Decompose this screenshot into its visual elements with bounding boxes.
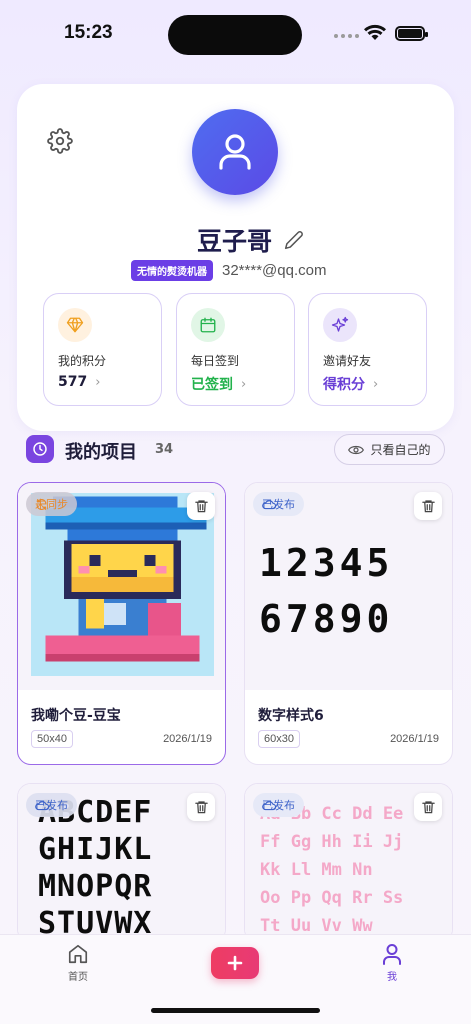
signal-icon (334, 34, 359, 38)
eye-icon (348, 445, 365, 454)
project-card[interactable]: ABCDEF GHIJKL MNOPQR STUVWX 已发布 (17, 783, 226, 943)
delete-button[interactable] (414, 492, 442, 520)
username: 豆子哥 (196, 227, 272, 256)
projects-title: 我的项目 (65, 442, 137, 463)
battery-icon (395, 26, 428, 41)
avatar[interactable] (192, 109, 278, 195)
chevron-right-icon: › (373, 376, 379, 392)
tab-me[interactable]: 我 (362, 943, 422, 983)
filter-label: 只看自己的 (370, 443, 431, 457)
tab-home-label: 首页 (68, 972, 88, 983)
status-time: 15:23 (64, 22, 113, 43)
project-card[interactable]: 12345 67890 已发布 数字样式6 60x30 2026/1/19 (244, 482, 453, 765)
sparkle-icon (331, 316, 349, 332)
trash-icon (194, 500, 208, 513)
status-chip: 已发布 (26, 793, 77, 817)
home-icon (68, 944, 88, 964)
delete-button[interactable] (414, 793, 442, 821)
user-icon (219, 134, 251, 170)
checkin-label: 每日签到 (191, 354, 240, 368)
trash-icon (421, 801, 435, 814)
project-size: 60x30 (258, 730, 300, 748)
invite-value: 得积分 (323, 377, 365, 393)
cloud-icon (262, 499, 276, 509)
projects-header: 我的项目 34 只看自己的 (26, 434, 446, 466)
cloud-icon (35, 800, 49, 810)
wifi-icon (364, 24, 386, 40)
project-size: 50x40 (31, 730, 73, 748)
home-indicator (151, 1008, 320, 1013)
points-value: 577 (58, 374, 88, 390)
trash-icon (421, 500, 435, 513)
alphabet-preview-line: Oo Pp Qq Rr Ss (260, 888, 404, 908)
gear-icon[interactable] (47, 128, 73, 154)
trash-icon (194, 801, 208, 814)
points-card[interactable]: 我的积分 577 › (43, 293, 162, 406)
diamond-icon (66, 317, 84, 333)
profile-card: 豆子哥 无情的熨烫机器 32****@qq.com 我的积分 577 › 每日签… (17, 84, 454, 431)
invite-card[interactable]: 邀请好友 得积分 › (308, 293, 427, 406)
projects-count: 34 (155, 442, 174, 457)
user-icon (383, 944, 401, 965)
digits-preview: 12345 67890 (259, 535, 442, 647)
alphabet-preview-line: Ff Gg Hh Ii Jj (260, 832, 404, 852)
edit-icon[interactable] (284, 230, 304, 250)
digits-preview-line: 67890 (259, 597, 394, 641)
sync-icon (36, 498, 47, 510)
add-project-button[interactable] (211, 947, 259, 979)
chevron-right-icon: › (241, 376, 247, 392)
alphabet-preview-line: Kk Ll Mm Nn (260, 860, 373, 880)
alphabet-preview-line: MNOPQR (38, 869, 153, 904)
calendar-icon (200, 317, 216, 333)
project-date: 2026/1/19 (390, 733, 439, 745)
digits-preview-line: 12345 (259, 541, 394, 585)
title-badge: 无情的熨烫机器 (131, 260, 213, 281)
delete-button[interactable] (187, 793, 215, 821)
project-card[interactable]: Aa Bb Cc Dd Ee Ff Gg Hh Ii Jj Kk Ll Mm N… (244, 783, 453, 943)
alphabet-pink-preview: Aa Bb Cc Dd Ee Ff Gg Hh Ii Jj Kk Ll Mm N… (260, 800, 403, 940)
username-row: 豆子哥 (17, 222, 454, 258)
cloud-icon (262, 800, 276, 810)
dynamic-island (168, 15, 302, 55)
project-thumbnail: ABCDEF GHIJKL MNOPQR STUVWX 已发布 (18, 784, 225, 942)
project-name: 数字样式6 (258, 708, 324, 724)
clock-icon (26, 435, 54, 463)
invite-label: 邀请好友 (323, 354, 372, 368)
points-label: 我的积分 (58, 354, 107, 368)
pixel-mascot-image (31, 493, 214, 676)
plus-icon (227, 955, 243, 971)
alphabet-preview-line: GHIJKL (38, 832, 153, 867)
chevron-right-icon: › (95, 374, 101, 390)
project-thumbnail: 未同步 (18, 483, 225, 690)
status-chip: 已发布 (253, 492, 304, 516)
status-chip: 未同步 (26, 492, 77, 516)
project-name: 我嘞个豆-豆宝 (31, 708, 121, 724)
status-bar: 15:23 (0, 0, 471, 70)
status-chip: 已发布 (253, 793, 304, 817)
profile-meta: 无情的熨烫机器 32****@qq.com (131, 260, 326, 281)
project-date: 2026/1/19 (163, 733, 212, 745)
tab-me-label: 我 (387, 972, 397, 983)
delete-button[interactable] (187, 492, 215, 520)
project-thumbnail: Aa Bb Cc Dd Ee Ff Gg Hh Ii Jj Kk Ll Mm N… (245, 784, 452, 942)
email: 32****@qq.com (222, 262, 327, 279)
tab-home[interactable]: 首页 (48, 943, 108, 983)
project-card[interactable]: 未同步 我嘞个豆-豆宝 50x40 2026/1/19 (17, 482, 226, 765)
checkin-card[interactable]: 每日签到 已签到 › (176, 293, 295, 406)
project-thumbnail: 12345 67890 已发布 (245, 483, 452, 690)
checkin-value: 已签到 (191, 377, 233, 393)
only-mine-filter-button[interactable]: 只看自己的 (334, 434, 445, 465)
